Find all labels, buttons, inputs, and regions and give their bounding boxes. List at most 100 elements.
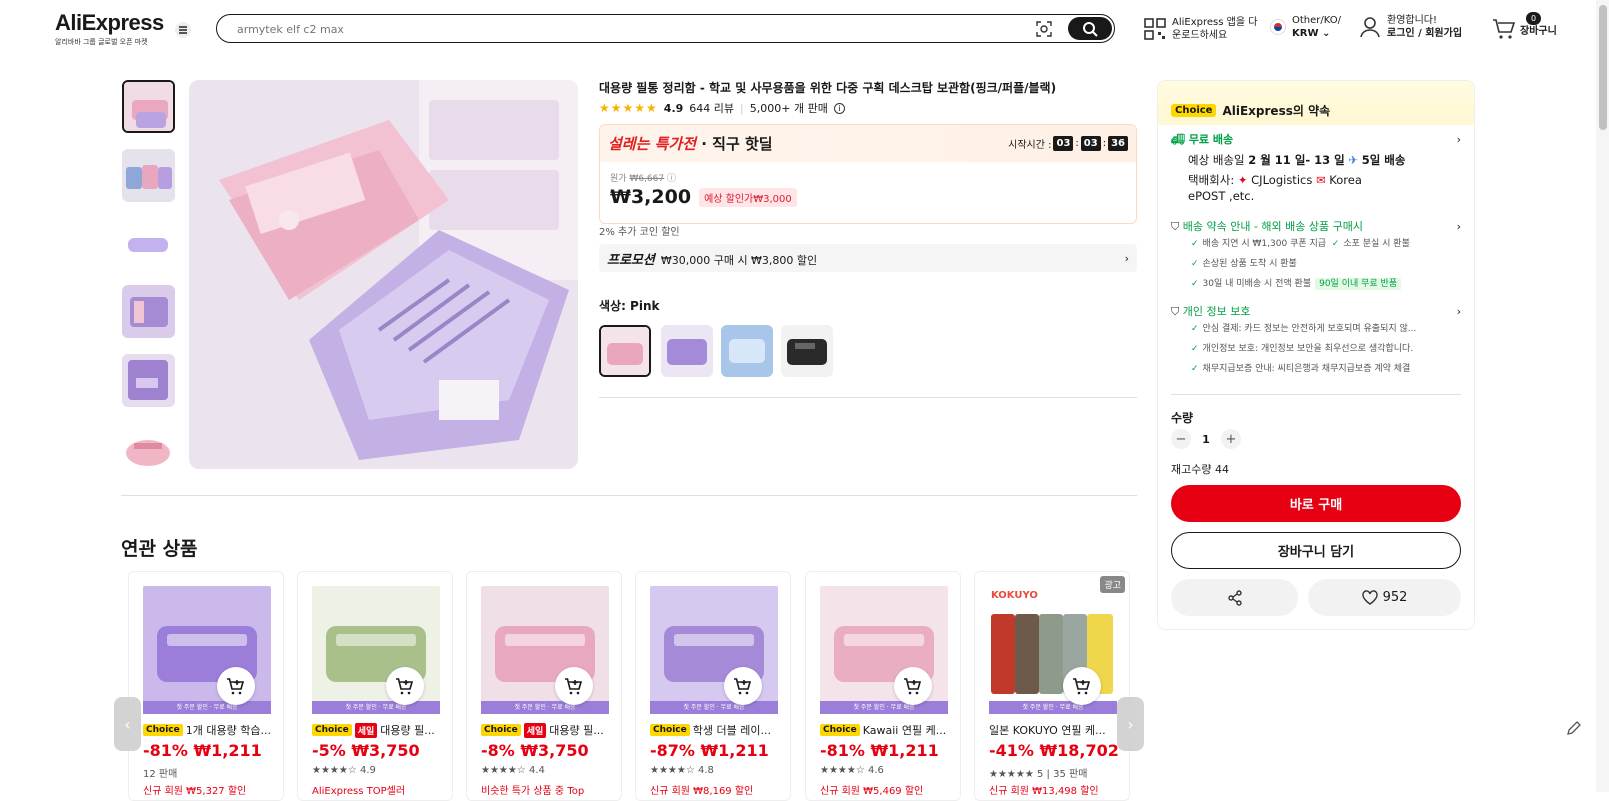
main-product-image[interactable]	[189, 80, 578, 469]
share-button[interactable]	[1171, 579, 1298, 616]
search-input[interactable]	[237, 20, 997, 38]
related-product-name[interactable]: 일본 KOKUYO 연필 케...	[989, 722, 1123, 738]
add-to-cart-icon[interactable]	[894, 667, 932, 705]
product-title: 대용량 필통 정리함 - 학교 및 사무용품을 위한 다중 구획 데스크탑 보관…	[599, 81, 1057, 95]
deal-box: 설레는 특가전 · 직구 핫딜 시작시간 : 03:03:36 원가 ₩6,66…	[599, 124, 1137, 224]
app-download[interactable]: AliExpress 앱을 다 운로드하세요	[1144, 16, 1257, 42]
thumbnail-5[interactable]	[122, 354, 175, 407]
increase-button[interactable]: +	[1221, 429, 1241, 449]
guarantee-section[interactable]: ⛉ 배송 약속 안내 - 해외 배송 상품 구매시 › ✓ 배송 지연 시 ₩1,3…	[1171, 218, 1461, 294]
review-count[interactable]: 644 리뷰	[689, 100, 734, 116]
promotion-row[interactable]: 프로모션 ₩30,000 구매 시 ₩3,800 할인 ›	[599, 244, 1137, 272]
add-to-cart-icon[interactable]	[555, 667, 593, 705]
thumbnail-3[interactable]	[122, 218, 175, 271]
thumbnail-1[interactable]	[122, 80, 175, 133]
carousel-prev-button[interactable]: ‹	[114, 697, 141, 751]
courier-epost: ePOST ,etc.	[1188, 189, 1255, 203]
search-icon	[1083, 21, 1098, 37]
color-swatch-purple[interactable]	[661, 325, 713, 377]
color-swatch-pink[interactable]	[599, 325, 651, 377]
related-product-name[interactable]: Choice 학생 더블 레이...	[650, 722, 784, 738]
sale-badge: 세일	[523, 722, 547, 738]
related-product-promo: 신규 회원 ₩5,469 할인	[820, 786, 924, 797]
aliexpress-logo[interactable]: AliExpress 알리바바 그룹 글로벌 오픈 마켓	[55, 10, 164, 47]
color-swatch-blue[interactable]	[721, 325, 773, 377]
quantity-label: 수량	[1171, 411, 1194, 425]
shipping-section[interactable]: 🚚︎ 무료 배송 › 예상 배송일 2 월 11 일- 13 일 ✈ 5일 배송 …	[1171, 131, 1461, 204]
rating-row[interactable]: ★★★★★ 4.9 644 리뷰 | 5,000+ 개 판매 i	[599, 100, 845, 116]
related-product-promo: 신규 회원 ₩8,169 할인	[650, 786, 754, 797]
kokuyo-logo: KOKUYO	[991, 590, 1038, 601]
related-product-title: 대용량 필...	[549, 724, 604, 737]
login-link[interactable]: 로그인 / 회원가입	[1387, 27, 1462, 40]
related-product-card[interactable]: 첫 주문 할인 · 무료 배송 Choice Kawaii 연필 케... -81% …	[805, 571, 961, 801]
star-rating-icon: ★★★★★	[599, 101, 658, 115]
related-product-name[interactable]: Choice 세일 대용량 필...	[481, 722, 615, 738]
decrease-button[interactable]: −	[1171, 429, 1191, 449]
related-product-name[interactable]: Choice 세일 대용량 필...	[312, 722, 446, 738]
related-product-promo: AliExpress TOP셀러	[312, 786, 406, 797]
related-product-meta: 12 판매	[143, 769, 178, 780]
thumbnail-2[interactable]	[122, 149, 175, 202]
related-product-price: -81% ₩1,211	[143, 741, 262, 760]
carousel-next-button[interactable]: ›	[1117, 697, 1144, 751]
add-to-cart-icon[interactable]	[217, 667, 255, 705]
related-product-meta: ★★★★☆ 4.4	[481, 765, 545, 776]
quantity-stepper: − 1 +	[1171, 429, 1461, 449]
add-to-cart-icon[interactable]	[1063, 667, 1101, 705]
related-product-price: -5% ₩3,750	[312, 741, 420, 760]
related-product-card[interactable]: 첫 주문 할인 · 무료 배송 Choice 학생 더블 레이... -87% ₩1,…	[635, 571, 791, 801]
choice-badge: Choice	[820, 724, 860, 736]
image-search-icon[interactable]	[1036, 21, 1052, 37]
timer-minutes: 03	[1080, 136, 1101, 151]
chevron-down-icon: ⌄	[1321, 28, 1331, 39]
promotion-label: 프로모션	[607, 252, 655, 268]
cart-label: 장바구니	[1520, 26, 1557, 37]
related-product-card[interactable]: 첫 주문 할인 · 무료 배송 Choice 세일 대용량 필... -8% ₩3,75…	[466, 571, 622, 801]
related-product-title: 1개 대용량 학습...	[185, 724, 271, 737]
related-product-card[interactable]: 첫 주문 할인 · 무료 배송 Choice 1개 대용량 학습... -81% ₩1…	[128, 571, 284, 801]
chevron-left-icon: ‹	[124, 714, 131, 734]
related-product-card[interactable]: KOKUYO 광고 첫 주문 할인 · 무료 배송 일본 KOKUYO 연필 케...…	[974, 571, 1130, 801]
info-icon[interactable]: i	[833, 102, 845, 114]
timer-seconds: 36	[1108, 136, 1128, 151]
guarantee-4: 30일 내 미배송 시 전액 환불	[1202, 279, 1312, 289]
timer-hours: 03	[1053, 136, 1074, 151]
related-product-card[interactable]: 첫 주문 할인 · 무료 배송 Choice 세일 대용량 필... -5% ₩3,75…	[297, 571, 453, 801]
scrollbar-thumb[interactable]	[1599, 5, 1607, 130]
privacy-section[interactable]: ⛉ 개인 정보 보호 › ✓ 안심 결제: 카드 정보는 안전하게 보호되며 유출되…	[1171, 303, 1461, 379]
buy-now-button[interactable]: 바로 구매	[1171, 485, 1461, 522]
menu-icon[interactable]	[175, 22, 191, 38]
info-icon[interactable]: ⓘ	[667, 174, 676, 184]
search-button[interactable]	[1068, 17, 1112, 40]
free-return-tag: 90일 이내 무료 반품	[1315, 278, 1402, 290]
wishlist-button[interactable]: 952	[1308, 579, 1461, 616]
account-menu[interactable]: 환영합니다! 로그인 / 회원가입	[1359, 14, 1462, 40]
related-product-title: 대용량 필...	[380, 724, 435, 737]
color-swatch-black[interactable]	[781, 325, 833, 377]
related-product-promo: 신규 회원 ₩5,327 할인	[143, 786, 247, 797]
original-price: ₩6,667	[629, 174, 665, 184]
delivery-prefix: 예상 배송일	[1188, 153, 1245, 167]
cart-icon	[1493, 19, 1516, 39]
thumbnail-6[interactable]	[122, 423, 175, 476]
add-to-cart-icon[interactable]	[386, 667, 424, 705]
choice-badge: Choice	[650, 724, 690, 736]
related-title: 연관 상품	[121, 538, 198, 560]
chevron-right-icon: ›	[1456, 219, 1461, 233]
welcome-text: 환영합니다!	[1387, 15, 1438, 26]
korea-flag-icon	[1270, 19, 1286, 35]
region-selector[interactable]: Other/KO/KRW ⌄	[1270, 14, 1341, 40]
edit-icon[interactable]	[1566, 720, 1582, 740]
add-to-cart-icon[interactable]	[724, 667, 762, 705]
quantity-value[interactable]: 1	[1199, 433, 1213, 446]
related-product-promo: 비슷한 특가 상품 중 Top	[481, 786, 585, 797]
shield-check-icon: ⛉	[1171, 305, 1180, 318]
add-to-cart-button[interactable]: 장바구니 담기	[1171, 532, 1461, 569]
related-product-promo: 신규 회원 ₩13,498 할인	[989, 786, 1099, 797]
thumbnail-4[interactable]	[122, 285, 175, 338]
related-product-name[interactable]: Choice Kawaii 연필 케...	[820, 722, 954, 738]
related-product-name[interactable]: Choice 1개 대용량 학습...	[143, 722, 277, 738]
original-price-label: 원가	[610, 174, 627, 184]
cart-link[interactable]: 0 장바구니	[1492, 12, 1557, 40]
